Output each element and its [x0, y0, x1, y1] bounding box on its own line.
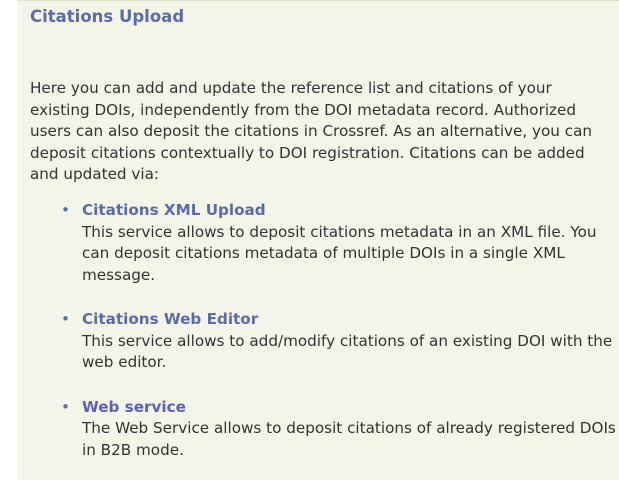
- service-description: This service allows to deposit citations…: [82, 222, 597, 284]
- list-item-citations-xml-upload: • Citations XML Upload This service allo…: [58, 200, 618, 286]
- citations-xml-upload-link[interactable]: Citations XML Upload: [82, 200, 618, 222]
- bullet-icon: •: [61, 201, 70, 219]
- intro-text: Here you can add and update the referenc…: [30, 79, 593, 183]
- service-description: This service allows to add/modify citati…: [82, 331, 613, 372]
- list-item-web-service: • Web service The Web Service allows to …: [58, 397, 618, 462]
- bullet-icon: •: [61, 397, 70, 416]
- web-service-link[interactable]: Web service: [82, 397, 618, 419]
- bullet-icon: •: [61, 310, 70, 328]
- services-list: • Citations XML Upload This service allo…: [58, 200, 618, 484]
- list-item-citations-web-editor: • Citations Web Editor This service allo…: [58, 309, 618, 374]
- service-description: The Web Service allows to deposit citati…: [82, 419, 616, 459]
- citations-web-editor-link[interactable]: Citations Web Editor: [82, 309, 618, 331]
- content-panel: Citations Upload Here you can add and up…: [18, 0, 619, 480]
- page-title: Citations Upload: [30, 7, 185, 26]
